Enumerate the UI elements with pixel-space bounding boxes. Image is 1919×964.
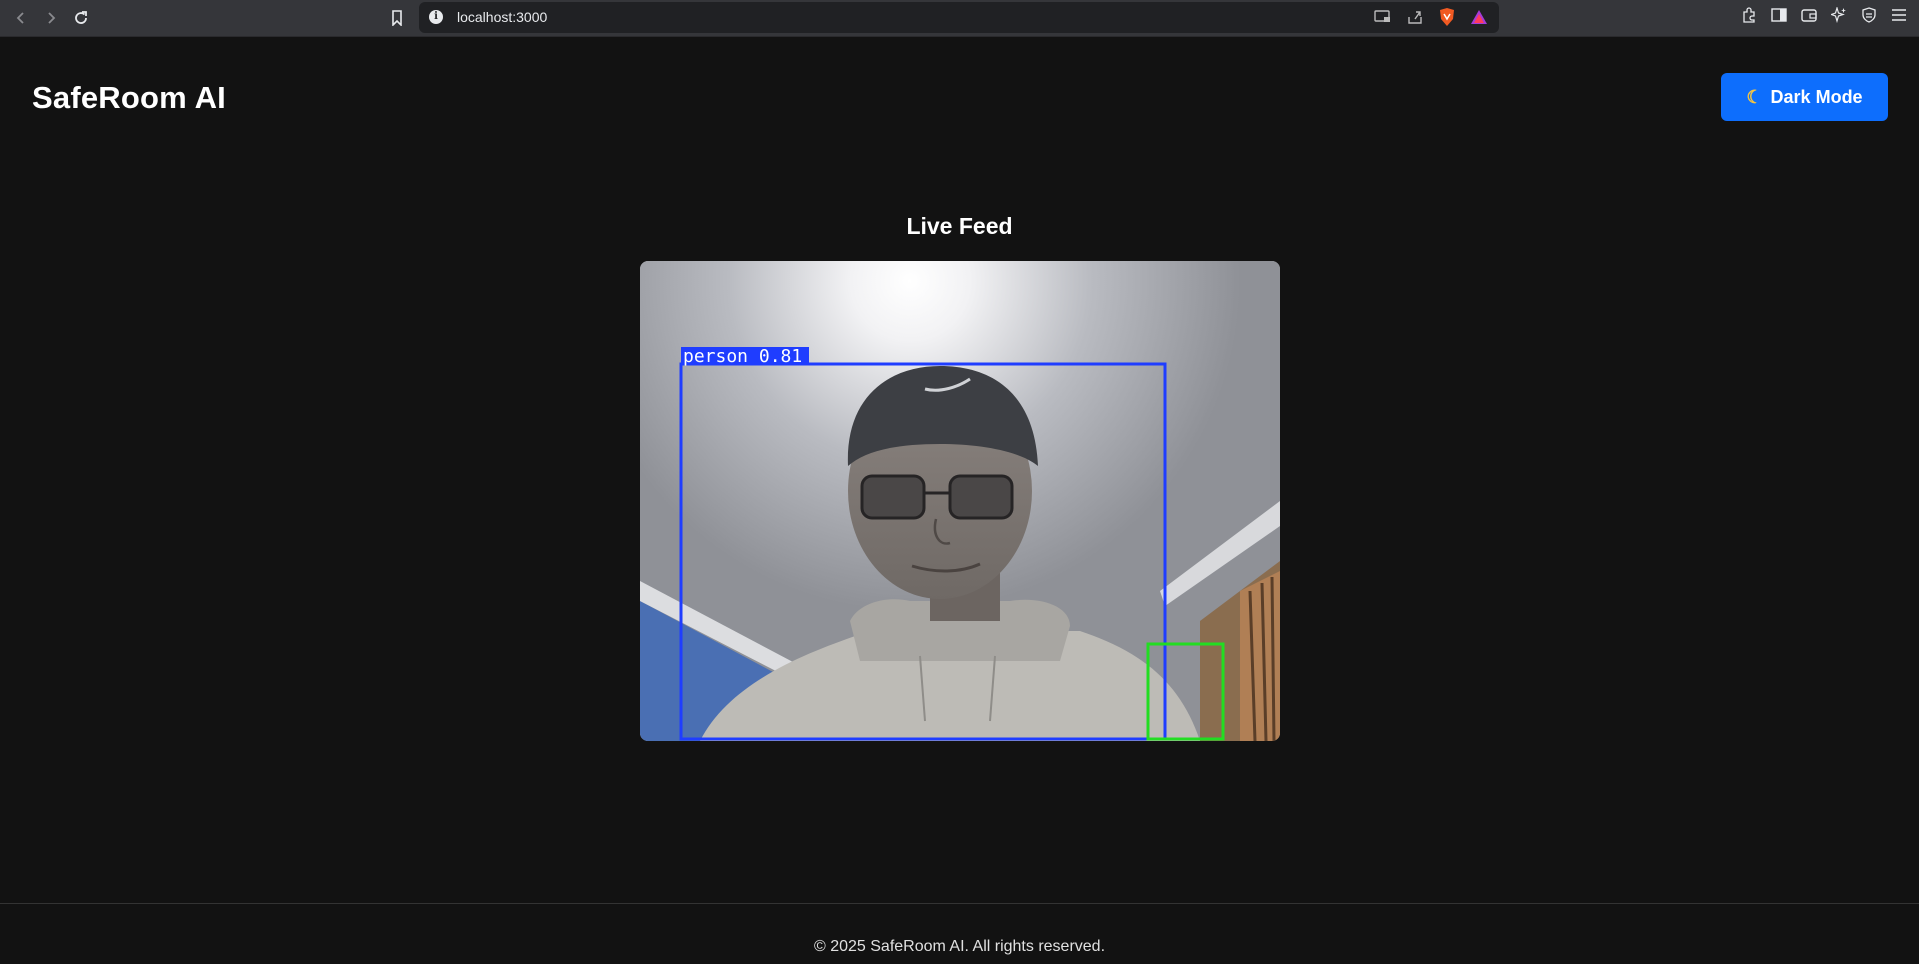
forward-button[interactable] bbox=[38, 5, 64, 31]
share-icon[interactable] bbox=[1405, 7, 1425, 27]
address-bar[interactable]: i localhost:3000 bbox=[419, 2, 1499, 33]
menu-icon[interactable] bbox=[1889, 5, 1909, 25]
footer-divider bbox=[0, 903, 1919, 904]
footer-copyright: © 2025 SafeRoom AI. All rights reserved. bbox=[813, 938, 1106, 955]
app-title: SafeRoom AI bbox=[32, 80, 226, 115]
wallet-icon[interactable] bbox=[1799, 5, 1819, 25]
brave-shield-icon[interactable] bbox=[1437, 7, 1457, 27]
reload-button[interactable] bbox=[68, 5, 94, 31]
leo-ai-icon[interactable] bbox=[1829, 5, 1849, 25]
back-button[interactable] bbox=[8, 5, 34, 31]
brave-rewards-icon[interactable] bbox=[1469, 7, 1489, 27]
browser-toolbar: i localhost:3000 bbox=[0, 0, 1919, 37]
dark-mode-label: Dark Mode bbox=[1770, 86, 1863, 107]
cast-icon[interactable] bbox=[1373, 7, 1393, 27]
camera-frame: person 0.81 bbox=[640, 261, 1280, 741]
moon-icon: ☾ bbox=[1746, 86, 1763, 107]
bookmark-button[interactable] bbox=[384, 5, 410, 31]
extensions-icon[interactable] bbox=[1739, 5, 1759, 25]
detection-label-person: person 0.81 bbox=[683, 346, 802, 367]
dark-mode-toggle-button[interactable]: ☾ Dark Mode bbox=[1721, 73, 1888, 121]
chevron-left-icon bbox=[16, 12, 24, 24]
reload-icon bbox=[75, 11, 87, 24]
site-info-icon[interactable]: i bbox=[429, 10, 443, 24]
chevron-right-icon bbox=[48, 12, 56, 24]
live-feed-title: Live Feed bbox=[906, 213, 1013, 239]
live-feed-video: person 0.81 bbox=[640, 261, 1280, 741]
bookmark-icon bbox=[392, 10, 402, 26]
sidebar-icon[interactable] bbox=[1769, 5, 1789, 25]
url-text: localhost:3000 bbox=[457, 9, 548, 25]
vpn-shield-icon[interactable] bbox=[1859, 5, 1879, 25]
